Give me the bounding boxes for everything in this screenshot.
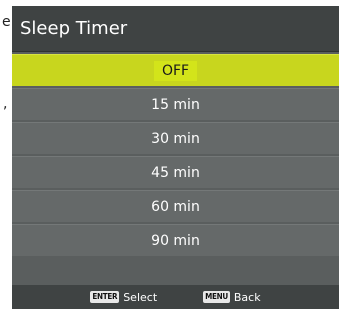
option-off[interactable]: OFF bbox=[12, 54, 339, 86]
enter-key-icon: ENTER bbox=[90, 291, 120, 303]
menu-key-icon: MENU bbox=[203, 291, 230, 303]
option-label: 60 min bbox=[151, 198, 200, 215]
option-label: 30 min bbox=[151, 130, 200, 147]
select-hint-label: Select bbox=[123, 290, 158, 304]
back-hint: MENU Back bbox=[203, 290, 261, 304]
select-hint: ENTER Select bbox=[90, 291, 157, 304]
footer-hints: ENTER Select MENU Back bbox=[12, 285, 339, 309]
sleep-timer-panel: Sleep Timer OFF 15 min 30 min 45 min 60 … bbox=[12, 6, 339, 309]
option-30-min[interactable]: 30 min bbox=[12, 122, 339, 154]
back-hint-label: Back bbox=[233, 290, 261, 304]
option-label: 45 min bbox=[151, 164, 200, 181]
panel-title: Sleep Timer bbox=[20, 18, 128, 39]
option-label: 90 min bbox=[151, 232, 200, 249]
sleep-timer-options: OFF 15 min 30 min 45 min 60 min 90 min bbox=[12, 54, 339, 258]
option-60-min[interactable]: 60 min bbox=[12, 190, 339, 222]
option-label: OFF bbox=[153, 60, 198, 81]
background-text-fragment: e bbox=[2, 14, 11, 30]
option-45-min[interactable]: 45 min bbox=[12, 156, 339, 188]
option-label: 15 min bbox=[151, 96, 200, 113]
option-15-min[interactable]: 15 min bbox=[12, 88, 339, 120]
panel-header: Sleep Timer bbox=[12, 6, 339, 52]
option-90-min[interactable]: 90 min bbox=[12, 224, 339, 256]
background-text-fragment: , bbox=[3, 96, 8, 112]
screen: e , Sleep Timer OFF 15 min 30 min 45 min… bbox=[0, 0, 339, 309]
